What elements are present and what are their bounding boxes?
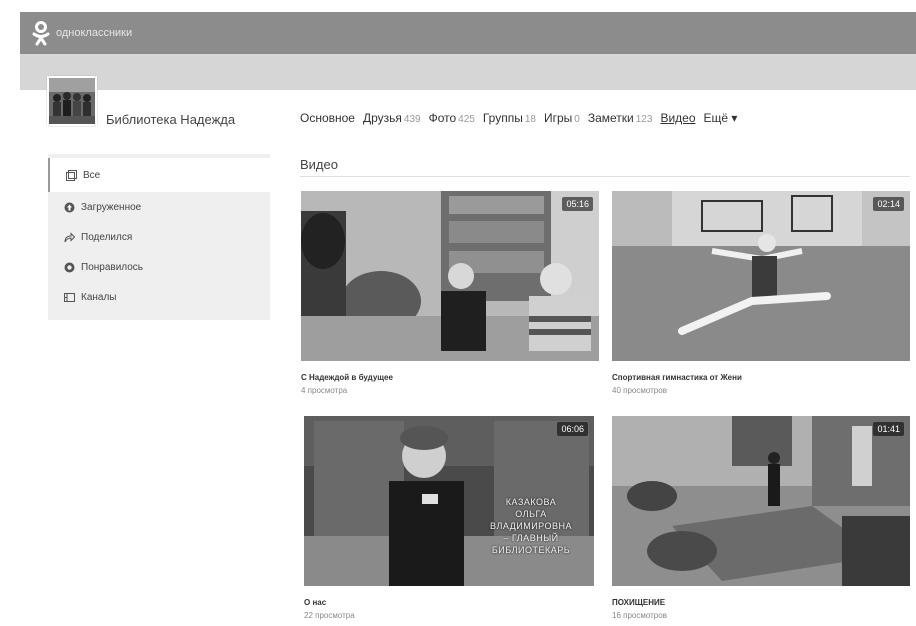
video-thumbnail[interactable]: 02:14 bbox=[612, 191, 910, 361]
sidebar-item-channels[interactable]: Каналы bbox=[48, 282, 270, 312]
video-duration: 05:16 bbox=[562, 197, 593, 211]
video-title[interactable]: О нас bbox=[304, 598, 602, 607]
section-title: Видео bbox=[300, 157, 338, 172]
nav-count: 18 bbox=[524, 114, 536, 125]
video-sidebar: Все Загруженное Поделился Понравилось Ка… bbox=[48, 154, 270, 320]
video-views: 22 просмотра bbox=[304, 611, 355, 620]
odnoklassniki-logo-icon[interactable] bbox=[30, 20, 52, 46]
nav-label: Ещё ▾ bbox=[703, 111, 738, 125]
nav-main[interactable]: Основное bbox=[300, 111, 355, 125]
nav-video[interactable]: Видео bbox=[660, 111, 695, 125]
nav-count: 425 bbox=[458, 114, 475, 125]
video-thumbnail[interactable]: 05:16 bbox=[301, 191, 599, 361]
channels-icon bbox=[64, 292, 75, 303]
video-views: 4 просмотра bbox=[301, 386, 348, 395]
profile-nav: Основное Друзья 439 Фото 425 Группы 18 Игры… bbox=[300, 111, 737, 125]
sub-bar bbox=[20, 54, 916, 90]
nav-label: Фото bbox=[428, 111, 457, 125]
sidebar-item-label: Поделился bbox=[81, 231, 133, 243]
video-thumbnail[interactable]: КАЗАКОВА ОЛЬГА ВЛАДИМИРОВНА – ГЛАВНЫЙ БИ… bbox=[304, 416, 594, 586]
video-card: 01:41 ПОХИЩЕНИЕ 16 просмотров bbox=[612, 416, 910, 620]
nav-label: Друзья bbox=[362, 111, 402, 125]
sidebar-item-uploaded[interactable]: Загруженное bbox=[48, 192, 270, 222]
video-card: 02:14 Спортивная гимнастика от Жени 40 п… bbox=[612, 191, 910, 395]
sidebar-item-label: Понравилось bbox=[81, 261, 144, 273]
sidebar-item-label: Каналы bbox=[81, 291, 117, 303]
nav-photos[interactable]: Фото 425 bbox=[429, 111, 475, 125]
top-bar: одноклассники bbox=[20, 12, 916, 54]
video-card: 05:16 С Надеждой в будущее 4 просмотра bbox=[301, 191, 599, 395]
nav-count: 0 bbox=[574, 114, 580, 125]
sidebar-item-liked[interactable]: Понравилось bbox=[48, 252, 270, 282]
overlay-line: БИБЛИОТЕКАРЬ bbox=[491, 545, 571, 555]
nav-label: Группы bbox=[482, 111, 523, 125]
share-icon bbox=[64, 231, 76, 243]
nav-label: Заметки bbox=[587, 111, 634, 125]
nav-games[interactable]: Игры 0 bbox=[544, 111, 580, 125]
video-duration: 06:06 bbox=[557, 422, 588, 436]
nav-more[interactable]: Ещё ▾ bbox=[704, 111, 738, 125]
video-duration: 01:41 bbox=[873, 422, 904, 436]
nav-count: 439 bbox=[403, 114, 421, 125]
sidebar-item-label: Все bbox=[83, 169, 101, 181]
upload-icon bbox=[64, 202, 75, 213]
like-icon bbox=[64, 262, 75, 273]
video-card: КАЗАКОВА ОЛЬГА ВЛАДИМИРОВНА – ГЛАВНЫЙ БИ… bbox=[304, 416, 602, 620]
sidebar-item-shared[interactable]: Поделился bbox=[48, 222, 270, 252]
sidebar-item-all[interactable]: Все bbox=[48, 158, 270, 192]
overlay-line: ОЛЬГА bbox=[515, 509, 547, 519]
nav-notes[interactable]: Заметки 123 bbox=[588, 111, 653, 125]
overlay-line: ВЛАДИМИРОВНА bbox=[490, 521, 572, 531]
nav-count: 123 bbox=[635, 114, 653, 125]
video-title[interactable]: С Надеждой в будущее bbox=[301, 373, 599, 382]
video-overlay-caption: КАЗАКОВА ОЛЬГА ВЛАДИМИРОВНА – ГЛАВНЫЙ БИ… bbox=[490, 496, 572, 556]
video-duration: 02:14 bbox=[873, 197, 904, 211]
profile-name[interactable]: Библиотека Надежда bbox=[106, 112, 235, 127]
divider bbox=[300, 176, 910, 177]
video-title[interactable]: ПОХИЩЕНИЕ bbox=[612, 598, 910, 607]
nav-label: Видео bbox=[660, 111, 696, 125]
nav-friends[interactable]: Друзья 439 bbox=[363, 111, 421, 125]
video-views: 40 просмотров bbox=[612, 386, 667, 395]
nav-label: Игры bbox=[543, 111, 573, 125]
grid-icon bbox=[66, 169, 77, 181]
video-title[interactable]: Спортивная гимнастика от Жени bbox=[612, 373, 910, 382]
overlay-line: – ГЛАВНЫЙ bbox=[503, 533, 559, 543]
sidebar-item-label: Загруженное bbox=[81, 201, 142, 213]
overlay-line: КАЗАКОВА bbox=[505, 497, 557, 507]
nav-groups[interactable]: Группы 18 bbox=[483, 111, 536, 125]
video-views: 16 просмотров bbox=[612, 611, 667, 620]
nav-label: Основное bbox=[300, 111, 355, 125]
avatar[interactable] bbox=[47, 76, 97, 126]
video-thumbnail[interactable]: 01:41 bbox=[612, 416, 910, 586]
brand-name[interactable]: одноклассники bbox=[56, 27, 132, 39]
